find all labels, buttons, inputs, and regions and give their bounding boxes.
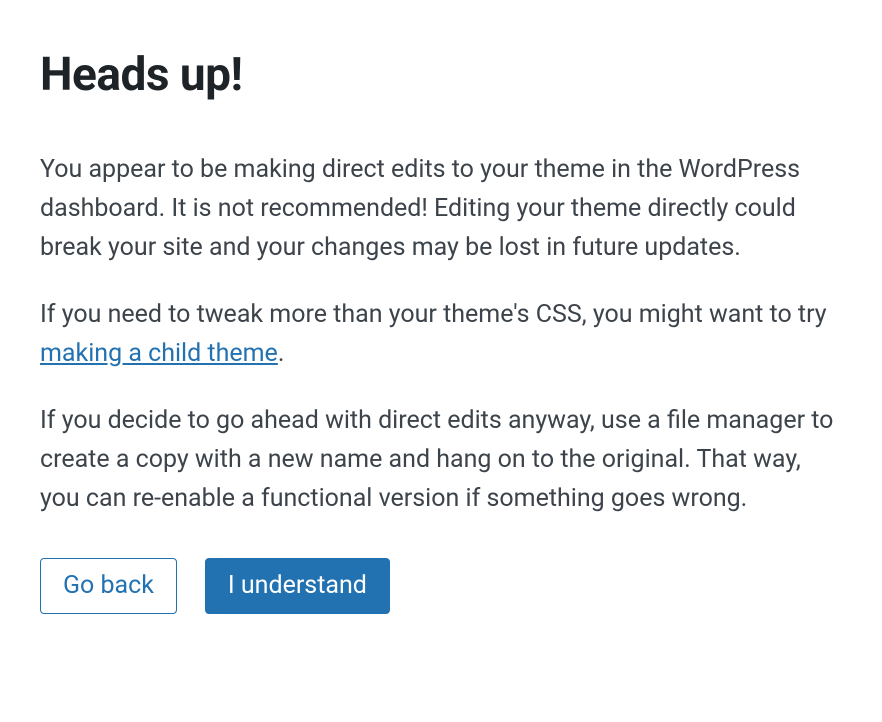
child-theme-link[interactable]: making a child theme — [40, 339, 278, 368]
warning-heading: Heads up! — [40, 48, 842, 102]
i-understand-button[interactable]: I understand — [205, 558, 390, 614]
warning-paragraph-1: You appear to be making direct edits to … — [40, 150, 842, 267]
warning-paragraph-2: If you need to tweak more than your them… — [40, 295, 842, 373]
warning-paragraph-3: If you decide to go ahead with direct ed… — [40, 401, 842, 518]
button-row: Go back I understand — [40, 558, 842, 614]
para2-text-before: If you need to tweak more than your them… — [40, 300, 827, 329]
para2-text-after: . — [278, 339, 285, 368]
go-back-button[interactable]: Go back — [40, 558, 177, 614]
